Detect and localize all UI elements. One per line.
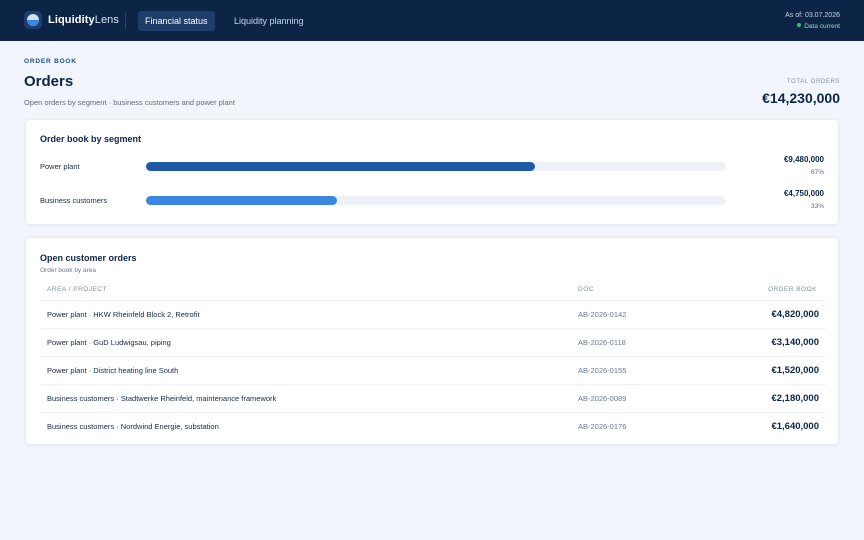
- row-amount: €2,180,000: [771, 393, 819, 404]
- section-eyebrow: ORDER BOOK: [24, 58, 77, 65]
- row-amount: €1,640,000: [771, 421, 819, 432]
- table-row[interactable]: Power plant · GuD Ludwigsau, piping AB-2…: [40, 328, 826, 356]
- as-of-date: As of: 03.07.2026: [785, 12, 840, 19]
- row-amount: €1,520,000: [771, 365, 819, 376]
- row-area: Power plant · HKW Rheinfeld Block 2, Ret…: [47, 310, 200, 319]
- row-amount: €4,820,000: [771, 309, 819, 320]
- table-row[interactable]: Business customers · Stadtwerke Rheinfel…: [40, 384, 826, 412]
- brand-name-bold: Liquidity: [48, 14, 95, 26]
- top-navigation-bar: LiquidityLens Financial status Liquidity…: [0, 0, 864, 41]
- row-doc[interactable]: AB-2026-0118: [578, 338, 626, 347]
- table-row[interactable]: Business customers · Nordwind Energie, s…: [40, 412, 826, 440]
- column-header-doc[interactable]: DOC: [578, 286, 594, 293]
- row-doc[interactable]: AB-2026-0176: [578, 422, 626, 431]
- page-title: Orders: [24, 73, 74, 90]
- table-row[interactable]: Power plant · District heating line Sout…: [40, 356, 826, 384]
- page-subtitle: Open orders by segment · business custom…: [24, 98, 235, 107]
- row-area: Power plant · GuD Ludwigsau, piping: [47, 338, 171, 347]
- segment-bar-power-plant: [146, 162, 535, 171]
- status-dot-icon: [797, 23, 802, 28]
- segment-card-title: Order book by segment: [40, 134, 142, 144]
- row-doc[interactable]: AB-2026-0089: [578, 394, 626, 403]
- column-header-order-book[interactable]: ORDER BOOK: [768, 286, 817, 293]
- segment-bar-business-customers: [146, 196, 338, 205]
- data-status-text: Data current: [804, 23, 840, 30]
- row-doc[interactable]: AB-2026-0142: [578, 310, 626, 319]
- orders-card-subtitle: Order book by area: [40, 267, 97, 274]
- total-orders-value: €14,230,000: [762, 90, 840, 106]
- segment-bar-track-power-plant: [146, 162, 726, 171]
- segment-percent-power-plant: 67%: [810, 169, 824, 176]
- table-row[interactable]: Power plant · HKW Rheinfeld Block 2, Ret…: [40, 300, 826, 328]
- segment-label-business-customers: Business customers: [40, 196, 108, 205]
- segment-percent-business-customers: 33%: [810, 203, 824, 210]
- segment-bar-track-business-customers: [146, 196, 726, 205]
- tab-liquidity-planning[interactable]: Liquidity planning: [227, 11, 311, 31]
- app-brand[interactable]: LiquidityLens: [48, 14, 119, 26]
- segment-amount-business-customers: €4,750,000: [783, 189, 824, 198]
- orders-card-title: Open customer orders: [40, 253, 137, 263]
- row-doc[interactable]: AB-2026-0155: [578, 366, 626, 375]
- segment-label-power-plant: Power plant: [40, 162, 80, 171]
- logo-icon[interactable]: [24, 11, 42, 29]
- orders-card: Open customer orders Order book by area …: [25, 237, 839, 445]
- row-area: Power plant · District heating line Sout…: [47, 366, 179, 375]
- tab-financial-status[interactable]: Financial status: [138, 11, 215, 31]
- brand-name-light: Lens: [94, 14, 119, 26]
- segment-card: Order book by segment Power plant €9,480…: [25, 119, 839, 225]
- column-header-area[interactable]: AREA / PROJECT: [47, 286, 107, 293]
- header-divider: [125, 12, 126, 29]
- row-amount: €3,140,000: [771, 337, 819, 348]
- total-orders-label: TOTAL ORDERS: [786, 79, 840, 85]
- row-area: Business customers · Stadtwerke Rheinfel…: [47, 394, 277, 403]
- segment-amount-power-plant: €9,480,000: [783, 155, 824, 164]
- row-area: Business customers · Nordwind Energie, s…: [47, 422, 219, 431]
- data-status: Data current: [797, 23, 840, 30]
